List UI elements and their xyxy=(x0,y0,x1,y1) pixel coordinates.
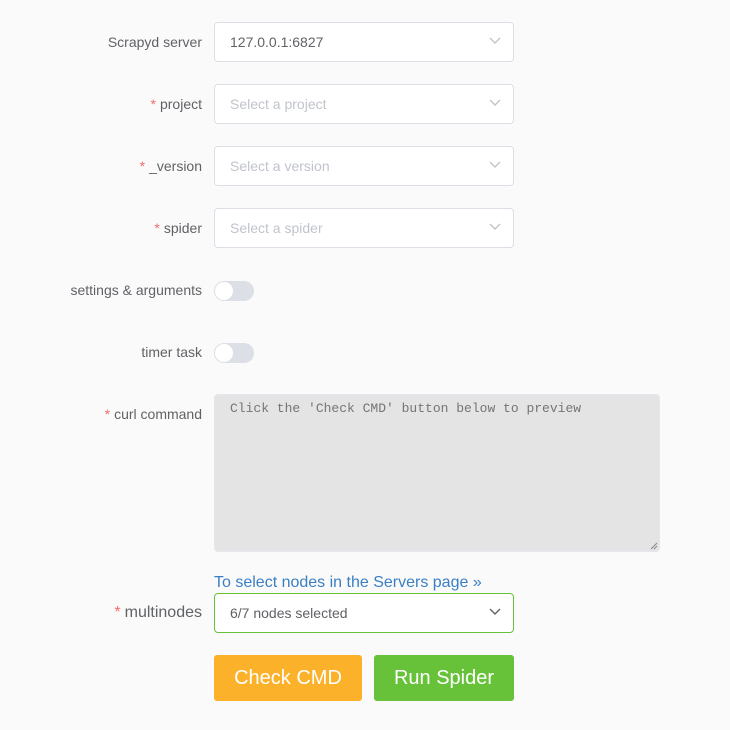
resize-grip-icon[interactable] xyxy=(648,540,658,550)
server-label: Scrapyd server xyxy=(108,34,202,50)
toggle-knob xyxy=(215,344,233,362)
project-row: * project Select a project xyxy=(0,84,730,124)
settings-toggle[interactable] xyxy=(214,281,254,301)
select-nodes-link[interactable]: To select nodes in the Servers page » xyxy=(214,574,482,592)
toggle-knob xyxy=(215,282,233,300)
settings-label: settings & arguments xyxy=(70,282,202,298)
curl-label: * curl command xyxy=(105,406,202,422)
server-select-value: 127.0.0.1:6827 xyxy=(230,34,324,50)
multinodes-select-value: 6/7 nodes selected xyxy=(230,605,348,621)
chevron-down-icon xyxy=(489,37,501,44)
project-select[interactable]: Select a project xyxy=(214,84,514,124)
project-label: * project xyxy=(151,96,202,112)
timer-toggle[interactable] xyxy=(214,343,254,363)
version-label: * _version xyxy=(140,158,202,174)
chevron-down-icon xyxy=(489,99,501,106)
multinodes-select[interactable]: 6/7 nodes selected xyxy=(214,593,514,633)
settings-label-text: settings & arguments xyxy=(70,282,202,298)
chevron-down-icon xyxy=(489,608,501,615)
multinodes-label-text: multinodes xyxy=(124,604,202,621)
required-mark: * xyxy=(104,406,111,422)
required-mark: * xyxy=(150,96,156,112)
settings-row: settings & arguments xyxy=(0,280,730,302)
version-select-placeholder: Select a version xyxy=(230,158,330,174)
project-select-placeholder: Select a project xyxy=(230,96,327,112)
spider-label-text: spider xyxy=(163,220,202,236)
required-mark: * xyxy=(154,220,160,236)
check-cmd-button[interactable]: Check CMD xyxy=(214,655,362,701)
spider-label: * spider xyxy=(154,220,202,236)
server-label-text: Scrapyd server xyxy=(107,34,202,50)
spider-select[interactable]: Select a spider xyxy=(214,208,514,248)
project-label-text: project xyxy=(159,96,202,112)
version-label-text: _version xyxy=(149,158,202,174)
timer-label-text: timer task xyxy=(141,344,202,360)
version-row: * _version Select a version xyxy=(0,146,730,186)
multinodes-label: * multinodes xyxy=(114,604,202,622)
timer-label: timer task xyxy=(141,344,202,360)
required-mark: * xyxy=(139,158,146,174)
server-select[interactable]: 127.0.0.1:6827 xyxy=(214,22,514,62)
version-select[interactable]: Select a version xyxy=(214,146,514,186)
required-mark: * xyxy=(114,604,121,621)
spider-select-placeholder: Select a spider xyxy=(230,220,323,236)
run-spider-button[interactable]: Run Spider xyxy=(374,655,514,701)
chevron-down-icon xyxy=(489,161,501,168)
server-row: Scrapyd server 127.0.0.1:6827 xyxy=(0,22,730,62)
curl-command-textarea[interactable] xyxy=(214,394,660,552)
spider-row: * spider Select a spider xyxy=(0,208,730,248)
chevron-down-icon xyxy=(489,223,501,230)
curl-label-text: curl command xyxy=(114,406,202,422)
timer-row: timer task xyxy=(0,342,730,364)
